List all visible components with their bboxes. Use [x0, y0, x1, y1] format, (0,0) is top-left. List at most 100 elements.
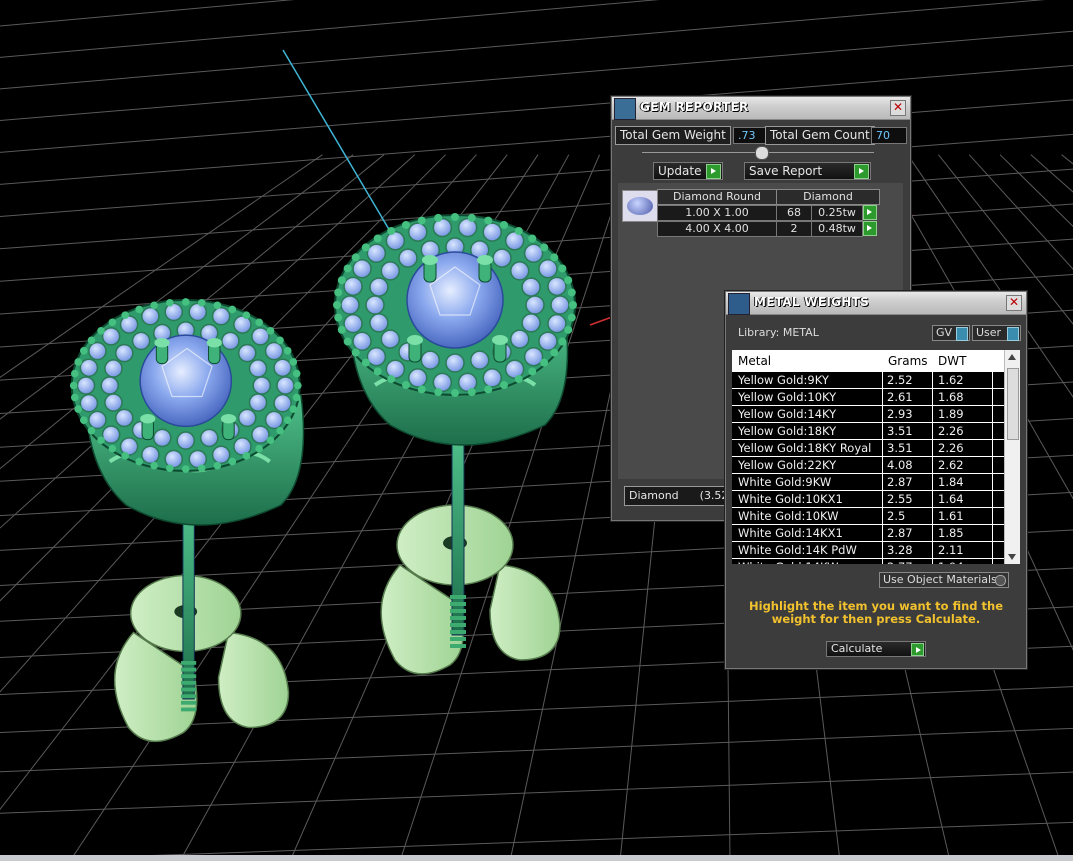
user-toggle[interactable]: User	[972, 325, 1021, 341]
total-gem-weight-value: .73	[733, 127, 767, 144]
dwt-cell: 1.62	[938, 373, 964, 387]
earring-right-model[interactable]	[333, 213, 577, 675]
dwt-cell: 1.61	[938, 509, 964, 523]
dwt-cell: 2.62	[938, 458, 964, 472]
gem-row-2-weight[interactable]: 0.48tw	[811, 221, 863, 237]
status-bar	[0, 855, 1073, 861]
table-row[interactable]: Yellow Gold:9KY 2.52 1.62	[732, 372, 1004, 389]
table-row[interactable]: Yellow Gold:14KY 2.93 1.89	[732, 406, 1004, 423]
metal-weights-logo-icon	[728, 293, 750, 315]
update-button[interactable]: Update	[653, 162, 723, 180]
total-gem-weight-label: Total Gem Weight	[615, 126, 731, 145]
dwt-cell: 1.89	[938, 407, 964, 421]
metal-name-cell: White Gold:9KW	[738, 475, 832, 489]
table-row[interactable]: White Gold:14KW 2.77 1.94	[732, 559, 1004, 564]
metal-name-cell: White Gold:14K PdW	[738, 543, 857, 557]
metal-weights-titlebar[interactable]: METAL WEIGHTS ✕	[726, 292, 1026, 315]
metal-table-scrollbar[interactable]	[1004, 350, 1020, 564]
play-icon	[911, 643, 924, 656]
metal-name-cell: White Gold:14KW	[738, 560, 839, 564]
use-object-materials-toggle[interactable]: Use Object Materials	[879, 572, 1009, 588]
gv-toggle[interactable]: GV	[932, 325, 970, 341]
gem-table-header-material: Diamond	[776, 189, 880, 205]
metal-name-cell: White Gold:10KW	[738, 509, 839, 523]
grams-cell: 3.28	[887, 543, 913, 557]
grams-cell: 2.5	[887, 509, 906, 523]
grams-cell: 3.51	[887, 441, 913, 455]
grams-cell: 2.52	[887, 373, 913, 387]
table-row[interactable]: White Gold:10KW 2.5 1.61	[732, 508, 1004, 525]
scroll-down-icon[interactable]	[1008, 554, 1016, 560]
gem-table-header-shape: Diamond Round	[657, 189, 777, 205]
column-divider	[992, 372, 993, 564]
gem-row-2-size[interactable]: 4.00 X 4.00	[657, 221, 777, 237]
update-button-label: Update	[658, 164, 702, 178]
column-header-metal[interactable]: Metal	[738, 354, 771, 368]
grams-cell: 2.61	[887, 390, 913, 404]
axis-y-line	[282, 49, 401, 249]
grams-cell: 2.77	[887, 560, 913, 564]
table-row[interactable]: Yellow Gold:22KY 4.08 2.62	[732, 457, 1004, 474]
gem-row-1-count[interactable]: 68	[776, 205, 812, 221]
table-row[interactable]: White Gold:9KW 2.87 1.84	[732, 474, 1004, 491]
scrollbar-thumb[interactable]	[1007, 368, 1019, 440]
gv-toggle-label: GV	[936, 326, 953, 339]
gem-row-2-play-icon[interactable]	[863, 221, 877, 236]
metal-table[interactable]: Metal Grams DWT Yellow Gold:9KY 2.52 1.62 Y…	[732, 350, 1020, 564]
grams-cell: 4.08	[887, 458, 913, 472]
dwt-cell: 1.68	[938, 390, 964, 404]
metal-name-cell: White Gold:14KX1	[738, 526, 843, 540]
table-row[interactable]: Yellow Gold:18KY Royal 3.51 2.26	[732, 440, 1004, 457]
grams-cell: 2.87	[887, 526, 913, 540]
metal-name-cell: Yellow Gold:22KY	[738, 458, 837, 472]
play-icon	[854, 164, 869, 179]
gem-reporter-title: GEM REPORTER	[640, 100, 749, 114]
column-divider	[882, 372, 883, 564]
total-gem-count-label: Total Gem Count	[765, 126, 875, 145]
table-row[interactable]: White Gold:10KX1 2.55 1.64	[732, 491, 1004, 508]
dwt-cell: 1.84	[938, 475, 964, 489]
metal-weights-title: METAL WEIGHTS	[754, 295, 870, 309]
gem-row-1-size[interactable]: 1.00 X 1.00	[657, 205, 777, 221]
gem-row-2-count[interactable]: 2	[776, 221, 812, 237]
column-header-dwt[interactable]: DWT	[938, 354, 966, 368]
save-report-button[interactable]: Save Report	[744, 162, 871, 180]
gem-row-1-weight[interactable]: 0.25tw	[811, 205, 863, 221]
metal-weights-panel: METAL WEIGHTS ✕ Library: METAL GV User M…	[725, 291, 1027, 669]
slider-handle[interactable]	[755, 146, 769, 160]
toggle-indicator-icon	[1007, 327, 1019, 341]
dwt-cell: 2.26	[938, 441, 964, 455]
table-row[interactable]: Yellow Gold:18KY 3.51 2.26	[732, 423, 1004, 440]
hint-text: Highlight the item you want to find the …	[749, 599, 1003, 626]
table-row[interactable]: Yellow Gold:10KY 2.61 1.68	[732, 389, 1004, 406]
table-row[interactable]: White Gold:14KX1 2.87 1.85	[732, 525, 1004, 542]
scroll-up-icon[interactable]	[1008, 354, 1016, 360]
gem-reporter-logo-icon	[614, 98, 636, 120]
axis-x-line-2	[589, 316, 613, 326]
close-icon[interactable]: ✕	[1006, 295, 1022, 311]
play-icon	[706, 164, 721, 179]
table-row[interactable]: White Gold:14K PdW 3.28 2.11	[732, 542, 1004, 559]
metal-name-cell: Yellow Gold:10KY	[738, 390, 837, 404]
use-object-materials-label: Use Object Materials	[883, 573, 997, 586]
calculate-button[interactable]: Calculate	[826, 641, 926, 657]
column-header-grams[interactable]: Grams	[888, 354, 928, 368]
metal-name-cell: Yellow Gold:14KY	[738, 407, 837, 421]
close-icon[interactable]: ✕	[890, 100, 906, 116]
grams-cell: 2.55	[887, 492, 913, 506]
dwt-cell: 2.26	[938, 424, 964, 438]
radio-icon	[995, 575, 1006, 586]
grams-cell: 2.93	[887, 407, 913, 421]
column-divider	[932, 372, 933, 564]
metal-name-cell: Yellow Gold:9KY	[738, 373, 829, 387]
gem-reporter-titlebar[interactable]: GEM REPORTER ✕	[612, 97, 910, 120]
dwt-cell: 1.64	[938, 492, 964, 506]
library-label: Library: METAL	[738, 326, 819, 339]
gem-row-1-play-icon[interactable]	[863, 205, 877, 220]
grams-cell: 2.87	[887, 475, 913, 489]
save-report-button-label: Save Report	[749, 164, 823, 178]
earring-left-model[interactable]	[69, 298, 305, 743]
dwt-cell: 1.85	[938, 526, 964, 540]
metal-name-cell: Yellow Gold:18KY	[738, 424, 837, 438]
toggle-indicator-icon	[956, 327, 968, 341]
